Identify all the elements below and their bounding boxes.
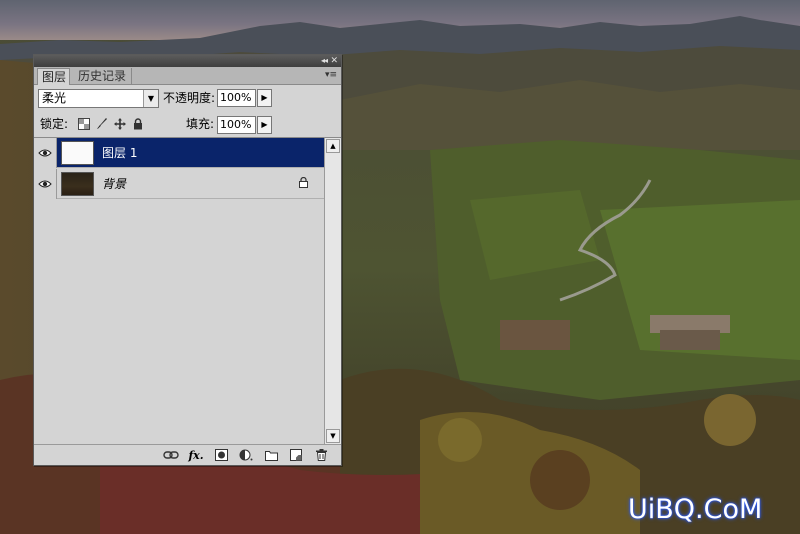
collapse-icon[interactable]: ◂◂	[321, 56, 328, 66]
visibility-toggle[interactable]	[34, 169, 57, 199]
lock-label: 锁定:	[40, 117, 69, 131]
watermark: UiBQ.CoM	[628, 494, 763, 525]
scroll-up-icon[interactable]: ▲	[326, 139, 340, 153]
panel-tabbar: 图层 历史记录 ▾≡	[34, 67, 341, 85]
tab-history[interactable]: 历史记录	[74, 68, 132, 85]
opacity-slider-arrow-icon[interactable]: ▶	[257, 89, 272, 107]
lock-position-icon[interactable]	[113, 118, 126, 131]
lock-transparent-icon[interactable]	[77, 118, 90, 131]
lock-row: 锁定: 填充: 100% ▶	[34, 113, 341, 135]
layer-name: 背景	[102, 177, 127, 191]
new-layer-icon[interactable]	[288, 448, 304, 462]
eye-icon	[38, 180, 52, 188]
fill-label: 填充:	[186, 117, 215, 131]
fill-input[interactable]: 100%	[217, 116, 256, 134]
link-layers-icon[interactable]	[163, 448, 179, 462]
lock-icon	[299, 176, 308, 191]
layers-panel: ◂◂ ✕ 图层 历史记录 ▾≡ 柔光 ▼ 不透明度: 100% ▶ 锁定: 填充…	[33, 54, 342, 466]
visibility-toggle[interactable]	[34, 138, 57, 168]
layer-row-layer1[interactable]: 图层 1	[34, 138, 324, 168]
adjustment-layer-icon[interactable]	[238, 448, 254, 462]
dropdown-arrow-icon[interactable]: ▼	[143, 90, 158, 107]
layer-thumbnail	[61, 141, 94, 165]
blend-mode-select[interactable]: 柔光 ▼	[38, 89, 159, 108]
layers-scrollbar[interactable]: ▲ ▼	[324, 137, 341, 444]
add-mask-icon[interactable]	[213, 448, 229, 462]
eye-icon	[38, 149, 52, 157]
scroll-down-icon[interactable]: ▼	[326, 429, 340, 443]
panel-menu-icon[interactable]: ▾≡	[325, 70, 337, 80]
trash-icon[interactable]	[313, 448, 329, 462]
lock-all-icon[interactable]	[131, 118, 144, 131]
fill-slider-arrow-icon[interactable]: ▶	[257, 116, 272, 134]
blend-mode-value: 柔光	[42, 91, 67, 105]
tab-layers[interactable]: 图层	[37, 68, 70, 85]
panel-titlebar[interactable]: ◂◂ ✕	[34, 55, 341, 67]
opacity-input[interactable]: 100%	[217, 89, 256, 107]
layers-list: 图层 1 背景	[34, 137, 324, 444]
lock-options	[77, 117, 144, 131]
lock-pixels-icon[interactable]	[95, 118, 108, 131]
opacity-label: 不透明度:	[163, 91, 216, 105]
panel-bottom-toolbar: fx.	[34, 444, 341, 465]
close-icon[interactable]: ✕	[330, 56, 338, 66]
layer-thumbnail	[61, 172, 94, 196]
blend-row: 柔光 ▼ 不透明度: 100% ▶	[34, 87, 341, 109]
layer-row-background[interactable]: 背景	[34, 169, 324, 199]
new-group-icon[interactable]	[263, 448, 279, 462]
fx-icon[interactable]: fx.	[188, 448, 204, 462]
layer-name: 图层 1	[102, 146, 138, 160]
